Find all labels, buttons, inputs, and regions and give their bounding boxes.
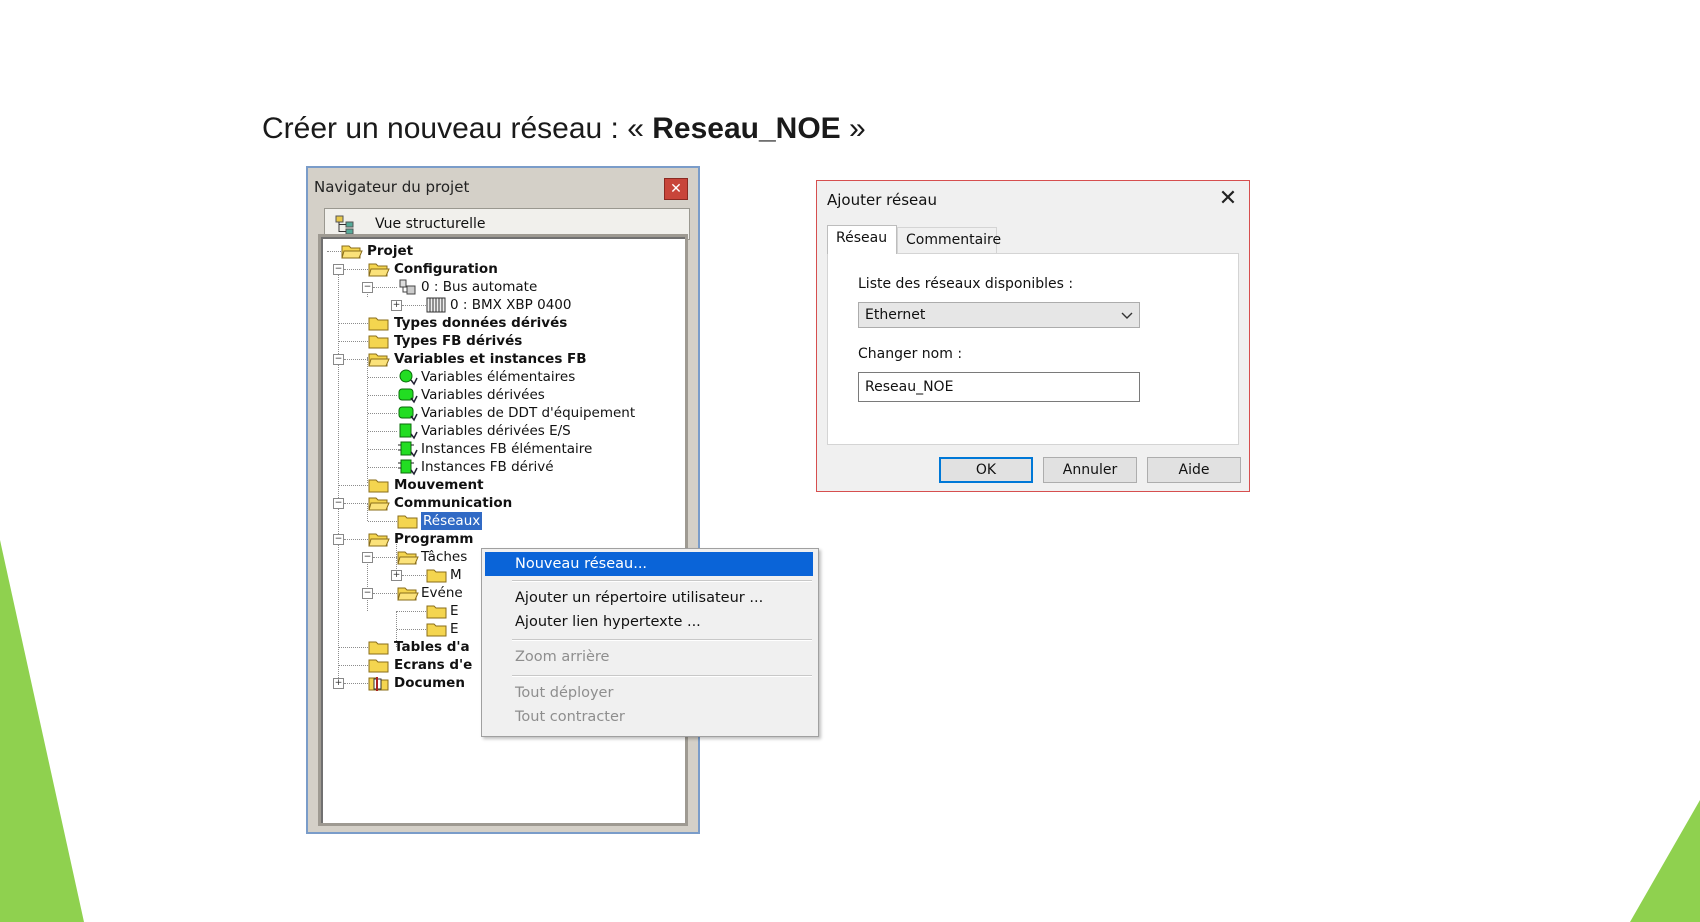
menu-separator [512,639,812,641]
menu-item-ajouter-lien[interactable]: Ajouter lien hypertexte ... [485,610,813,634]
tree-item-var-elementaires[interactable]: Variables élémentaires [321,368,681,386]
tree-item-inst-fb-derive[interactable]: Instances FB dérivé [321,458,681,476]
network-type-select[interactable]: Ethernet [858,302,1140,328]
collapse-icon[interactable]: − [333,354,344,365]
tree-item-bmx-xbp[interactable]: + 0 : BMX XBP 0400 [321,296,681,314]
tree-item-variables-instances[interactable]: − Variables et instances FB [321,350,681,368]
menu-item-tout-deployer[interactable]: Tout déployer [485,681,813,705]
bus-icon [399,279,416,295]
folder-icon [368,659,389,673]
folder-icon [426,605,447,619]
tab-commentaire[interactable]: Commentaire [897,227,1001,253]
collapse-icon[interactable]: − [333,264,344,275]
collapse-icon[interactable]: − [333,498,344,509]
folder-icon [368,641,389,655]
folder-icon [368,479,389,493]
tree-item-var-derivees[interactable]: Variables dérivées [321,386,681,404]
tree-item-types-fb[interactable]: Types FB dérivés [321,332,681,350]
folder-open-icon [368,263,390,277]
tree-item-var-ddt[interactable]: Variables de DDT d'équipement [321,404,681,422]
variable-block-icon [398,406,418,422]
folder-open-icon [341,245,363,259]
tree-item-var-derivees-es[interactable]: Variables dérivées E/S [321,422,681,440]
network-list-label: Liste des réseaux disponibles : [858,276,1074,292]
folder-open-icon [397,551,419,565]
green-accent-left [0,540,84,922]
tree-item-mouvement[interactable]: Mouvement [321,476,681,494]
menu-item-ajouter-repertoire[interactable]: Ajouter un répertoire utilisateur ... [485,586,813,610]
menu-separator [512,580,812,582]
collapse-icon[interactable]: − [333,534,344,545]
collapse-icon[interactable]: − [362,588,373,599]
tree-item-inst-fb-elem[interactable]: Instances FB élémentaire [321,440,681,458]
close-icon[interactable]: ✕ [1213,185,1243,213]
green-accent-right [1630,800,1700,922]
folder-open-icon [397,587,419,601]
tree-item-types-donnees[interactable]: Types données dérivés [321,314,681,332]
help-button[interactable]: Aide [1147,457,1241,483]
tab-panel: Liste des réseaux disponibles : Ethernet… [827,253,1239,445]
ok-button[interactable]: OK [939,457,1033,483]
chevron-down-icon [1121,312,1133,319]
variable-dot-icon [399,369,418,386]
add-network-dialog: Ajouter réseau ✕ Réseau Commentaire List… [816,180,1250,492]
navigator-title: Navigateur du projet [314,178,470,196]
menu-separator [512,675,812,677]
folder-icon [426,623,447,637]
fb-instance-icon [398,441,418,458]
rename-label: Changer nom : [858,346,963,362]
tree-item-configuration[interactable]: − Configuration [321,260,681,278]
network-type-value: Ethernet [865,307,926,323]
tab-reseau[interactable]: Réseau [827,225,897,254]
variable-io-icon [399,423,418,440]
documentation-icon [368,677,389,691]
dialog-title: Ajouter réseau [827,191,937,209]
tree-item-programme[interactable]: − Programm [321,530,681,548]
structure-view-icon [335,215,354,235]
folder-icon [368,335,389,349]
menu-item-nouveau-reseau[interactable]: Nouveau réseau... [485,552,813,576]
expand-icon[interactable]: + [391,570,402,581]
network-name-highlight: Reseau_NOE [652,112,841,145]
expand-icon[interactable]: + [333,678,344,689]
tree-item-communication[interactable]: − Communication [321,494,681,512]
project-tree[interactable]: Projet − Configuration − 0 : Bus automat… [318,234,688,826]
folder-icon [368,317,389,331]
tree-item-bus-automate[interactable]: − 0 : Bus automate [321,278,681,296]
menu-item-tout-contracter[interactable]: Tout contracter [485,705,813,729]
tree-item-reseaux[interactable]: Réseaux [321,503,681,530]
cancel-button[interactable]: Annuler [1043,457,1137,483]
expand-icon[interactable]: + [391,300,402,311]
folder-open-icon [368,497,390,511]
folder-open-icon [368,533,390,547]
menu-item-zoom-arriere[interactable]: Zoom arrière [485,645,813,669]
folder-icon [397,515,418,529]
close-icon[interactable]: ✕ [664,178,688,200]
variable-block-icon [398,388,418,404]
slide-title: Créer un nouveau réseau : « Reseau_NOE » [262,112,866,145]
rack-icon [426,297,446,313]
collapse-icon[interactable]: − [362,282,373,293]
folder-icon [426,569,447,583]
tree-item-projet[interactable]: Projet [321,242,681,260]
context-menu: Nouveau réseau... Ajouter un répertoire … [481,548,819,737]
folder-open-icon [368,353,390,367]
fb-instance-icon [398,459,418,476]
collapse-icon[interactable]: − [362,552,373,563]
network-name-input[interactable] [858,372,1140,402]
view-label: Vue structurelle [375,216,486,232]
